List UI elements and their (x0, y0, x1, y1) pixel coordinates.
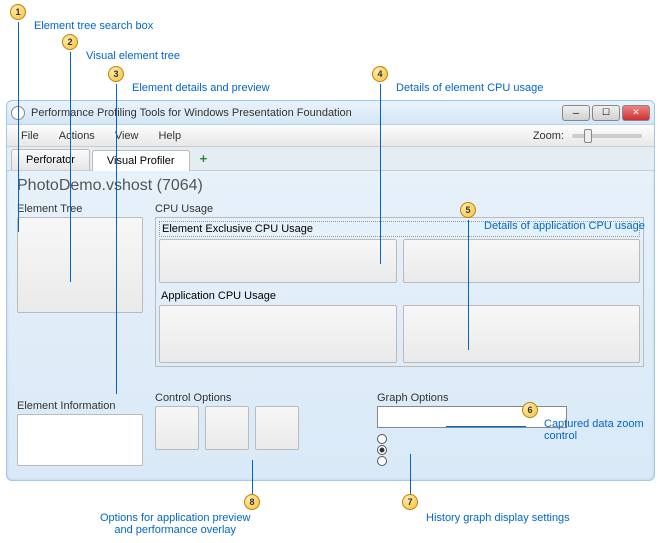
zoom-slider-thumb[interactable] (584, 129, 592, 143)
app-cpu-graph-right (403, 305, 641, 363)
tab-visual-profiler[interactable]: Visual Profiler (92, 150, 190, 171)
page-title: PhotoDemo.vshost (7064) (17, 177, 644, 195)
control-options-label: Control Options (155, 392, 365, 404)
element-info-label: Element Information (17, 400, 143, 412)
tab-add-button[interactable]: + (192, 147, 216, 170)
element-cpu-graph-right (403, 239, 641, 283)
callout-text-1: Element tree search box (34, 20, 153, 32)
callout-badge-6: 6 (522, 402, 538, 418)
callout-text-5: Details of application CPU usage (484, 220, 645, 232)
callout-line (380, 84, 381, 264)
tab-perforator[interactable]: Perforator (11, 149, 90, 170)
callout-line (410, 454, 411, 496)
graph-radio-2[interactable] (377, 445, 387, 455)
callout-line (252, 460, 253, 496)
menu-help[interactable]: Help (148, 128, 191, 144)
callout-line (18, 22, 19, 232)
zoom-slider[interactable] (572, 134, 642, 138)
minimize-button[interactable]: ─ (562, 105, 590, 121)
tab-bar: Perforator Visual Profiler + (7, 147, 654, 171)
graph-options-label: Graph Options (377, 392, 644, 404)
window-title: Performance Profiling Tools for Windows … (31, 107, 352, 119)
graph-zoom-field[interactable] (377, 406, 567, 428)
element-info-panel (17, 414, 143, 466)
callout-line (446, 426, 526, 427)
callout-badge-7: 7 (402, 494, 418, 510)
control-option-3[interactable] (255, 406, 299, 450)
application-cpu-label: Application CPU Usage (159, 289, 640, 303)
callout-badge-4: 4 (372, 66, 388, 82)
menu-view[interactable]: View (105, 128, 149, 144)
callout-line (70, 52, 71, 282)
cpu-usage-box: Element Exclusive CPU Usage Application … (155, 217, 644, 367)
callout-badge-5: 5 (460, 202, 476, 218)
element-tree-label: Element Tree (17, 203, 143, 215)
zoom-label: Zoom: (533, 130, 568, 142)
callout-line (468, 220, 469, 350)
callout-text-3: Element details and preview (132, 82, 270, 94)
callout-text-7: History graph display settings (426, 512, 570, 524)
element-cpu-graph-left (159, 239, 397, 283)
cpu-usage-label: CPU Usage (155, 203, 644, 215)
close-button[interactable]: ✕ (622, 105, 650, 121)
callout-badge-3: 3 (108, 66, 124, 82)
control-option-1[interactable] (155, 406, 199, 450)
menu-actions[interactable]: Actions (49, 128, 105, 144)
callout-badge-8: 8 (244, 494, 260, 510)
control-option-2[interactable] (205, 406, 249, 450)
callout-line (116, 84, 117, 394)
control-options: Control Options (155, 392, 365, 466)
titlebar[interactable]: Performance Profiling Tools for Windows … (7, 101, 654, 125)
callout-text-8: Options for application preview and perf… (100, 512, 250, 536)
callout-text-6: Captured data zoom control (544, 418, 661, 442)
menu-file[interactable]: File (11, 128, 49, 144)
app-cpu-graph-left (159, 305, 397, 363)
callout-badge-2: 2 (62, 34, 78, 50)
left-column: Element Tree Element Information (17, 203, 143, 466)
callout-text-4: Details of element CPU usage (396, 82, 543, 94)
callout-text-2: Visual element tree (86, 50, 180, 62)
maximize-button[interactable]: ☐ (592, 105, 620, 121)
graph-radio-1[interactable] (377, 434, 387, 444)
element-tree-panel[interactable] (17, 217, 143, 313)
menu-bar: File Actions View Help Zoom: (7, 125, 654, 147)
callout-badge-1: 1 (10, 4, 26, 20)
graph-radio-3[interactable] (377, 456, 387, 466)
